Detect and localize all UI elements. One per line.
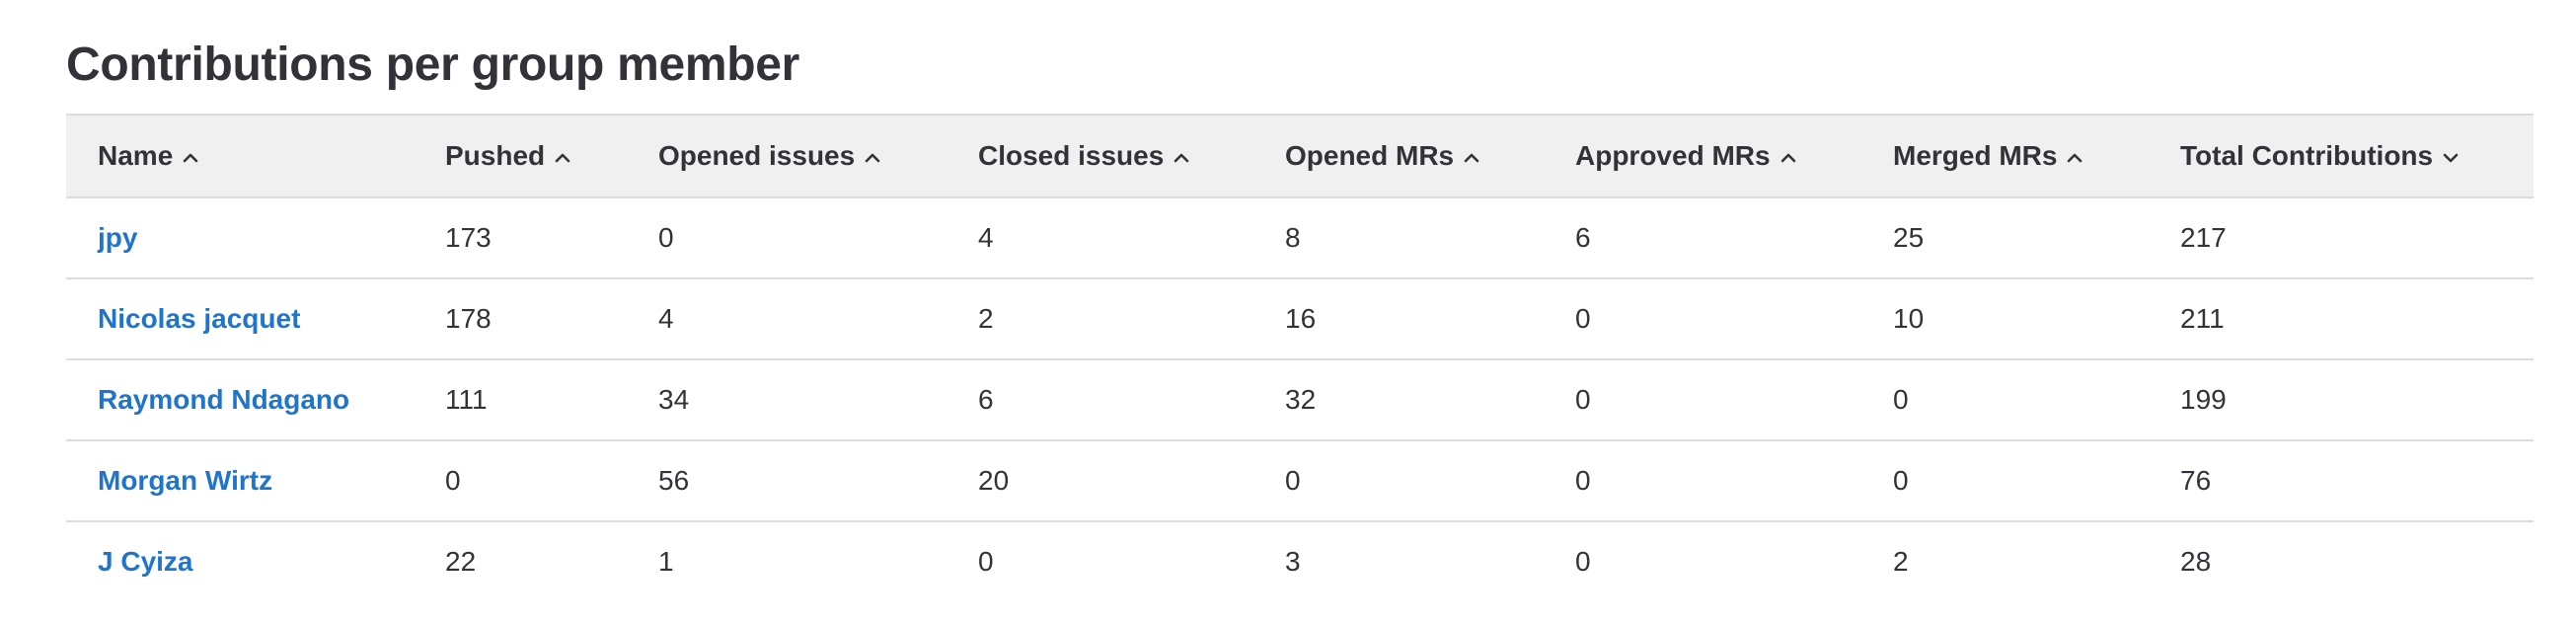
member-link[interactable]: J Cyiza: [98, 546, 193, 577]
column-header-label: Merged MRs: [1893, 140, 2058, 171]
cell-approved-mrs: 0: [1544, 359, 1861, 441]
cell-closed-issues: 4: [947, 197, 1253, 279]
chevron-up-icon: [553, 148, 572, 168]
cell-opened-mrs: 3: [1285, 546, 1301, 577]
contributions-page: Contributions per group member Name Push…: [0, 0, 2576, 626]
column-header-pushed[interactable]: Pushed: [414, 114, 627, 198]
column-header-label: Name: [98, 140, 174, 171]
cell-opened-issues: 34: [627, 359, 947, 441]
cell-approved-mrs: 0: [1544, 440, 1861, 522]
cell-closed-issues: 0: [978, 546, 994, 577]
cell-opened-issues: 1: [658, 546, 674, 577]
table-row: Raymond Ndagano 111 34 6 32 0 0 199: [66, 359, 2534, 441]
cell-name: Raymond Ndagano: [66, 359, 414, 441]
cell-merged-mrs: 0: [1861, 440, 2149, 522]
cell-opened-issues: 56: [627, 440, 947, 522]
chevron-down-icon: [2441, 148, 2461, 168]
column-header-label: Approved MRs: [1575, 140, 1771, 171]
page-title: Contributions per group member: [66, 39, 800, 91]
cell-approved-mrs: 0: [1575, 546, 1591, 577]
cell-opened-issues: 4: [627, 278, 947, 360]
cell-closed-issues: 6: [947, 359, 1253, 441]
cell-name: J Cyiza: [66, 521, 414, 601]
column-header-label: Closed issues: [978, 140, 1165, 171]
cell-opened-mrs: 0: [1253, 440, 1544, 522]
table-header-row: Name Pushed Opened issues Closed issues …: [66, 114, 2534, 198]
chevron-up-icon: [1172, 148, 1191, 168]
column-header-label: Opened issues: [658, 140, 856, 171]
chevron-up-icon: [2065, 148, 2084, 168]
chevron-up-icon: [181, 148, 200, 168]
table-row: Morgan Wirtz 0 56 20 0 0 0 76: [66, 440, 2534, 522]
column-header-opened-issues[interactable]: Opened issues: [627, 114, 947, 198]
cell-closed-issues: 20: [947, 440, 1253, 522]
member-link[interactable]: Nicolas jacquet: [98, 303, 300, 334]
column-header-approved-mrs[interactable]: Approved MRs: [1544, 114, 1861, 198]
cell-name: Nicolas jacquet: [66, 278, 414, 360]
member-link[interactable]: jpy: [98, 222, 137, 253]
cell-total-contributions: 199: [2149, 359, 2534, 441]
column-header-label: Total Contributions: [2180, 140, 2434, 171]
cell-opened-mrs: 16: [1253, 278, 1544, 360]
cell-approved-mrs: 6: [1544, 197, 1861, 279]
cell-total-contributions: 211: [2149, 278, 2534, 360]
column-header-merged-mrs[interactable]: Merged MRs: [1861, 114, 2149, 198]
cell-total-contributions: 217: [2149, 197, 2534, 279]
cell-approved-mrs: 0: [1544, 278, 1861, 360]
contributions-table: Name Pushed Opened issues Closed issues …: [66, 114, 2534, 601]
cell-merged-mrs: 0: [1861, 359, 2149, 441]
cell-name: jpy: [66, 197, 414, 279]
column-header-opened-mrs[interactable]: Opened MRs: [1253, 114, 1544, 198]
table-row: J Cyiza 22 1 0 3 0 2 28: [66, 521, 2534, 601]
column-header-name[interactable]: Name: [66, 114, 414, 198]
cell-total-contributions: 76: [2149, 440, 2534, 522]
cell-opened-mrs: 8: [1253, 197, 1544, 279]
cell-pushed: 111: [414, 359, 627, 441]
cell-merged-mrs: 10: [1861, 278, 2149, 360]
column-header-label: Pushed: [445, 140, 546, 171]
cell-name: Morgan Wirtz: [66, 440, 414, 522]
column-header-total-contributions[interactable]: Total Contributions: [2149, 114, 2534, 198]
table-row: Nicolas jacquet 178 4 2 16 0 10 211: [66, 278, 2534, 360]
cell-opened-issues: 0: [627, 197, 947, 279]
cell-closed-issues: 2: [947, 278, 1253, 360]
cell-total-contributions: 28: [2180, 546, 2212, 577]
cell-pushed: 178: [414, 278, 627, 360]
cell-pushed: 0: [414, 440, 627, 522]
cell-opened-mrs: 32: [1253, 359, 1544, 441]
member-link[interactable]: Morgan Wirtz: [98, 465, 272, 496]
column-header-closed-issues[interactable]: Closed issues: [947, 114, 1253, 198]
member-link[interactable]: Raymond Ndagano: [98, 384, 349, 415]
chevron-up-icon: [1779, 148, 1798, 168]
table-row: jpy 173 0 4 8 6 25 217: [66, 197, 2534, 279]
cell-pushed: 22: [445, 546, 477, 577]
cell-pushed: 173: [414, 197, 627, 279]
cell-merged-mrs: 2: [1893, 546, 1909, 577]
cell-merged-mrs: 25: [1861, 197, 2149, 279]
chevron-up-icon: [863, 148, 882, 168]
chevron-up-icon: [1462, 148, 1481, 168]
column-header-label: Opened MRs: [1285, 140, 1455, 171]
